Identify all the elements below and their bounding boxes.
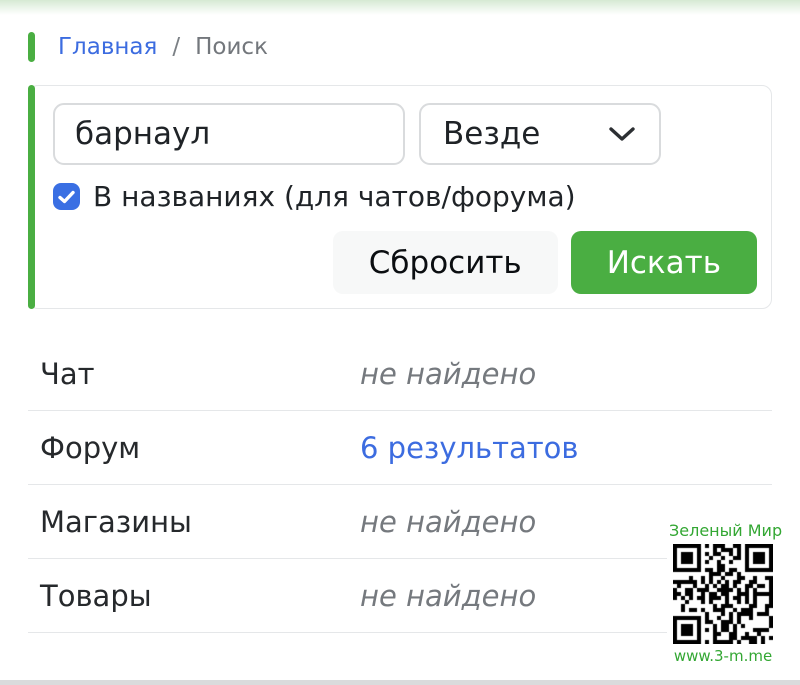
result-row-value: не найдено — [360, 579, 536, 613]
breadcrumb-home-link[interactable]: Главная — [58, 34, 157, 60]
results-list: Чат не найдено Форум 6 результатов Магаз… — [28, 337, 772, 633]
search-query-input[interactable] — [53, 103, 405, 165]
search-form-card: Везде В названиях (для чатов/форума) Сбр… — [28, 85, 772, 309]
result-row-label: Товары — [40, 579, 360, 613]
result-row-forum: Форум 6 результатов — [28, 411, 772, 485]
titles-only-checkbox-row[interactable]: В названиях (для чатов/форума) — [53, 180, 757, 213]
forum-results-link[interactable]: 6 результатов — [360, 431, 579, 465]
top-accent-gradient — [0, 0, 800, 15]
reset-button[interactable]: Сбросить — [333, 231, 558, 294]
breadcrumb-accent-bar — [28, 32, 35, 62]
result-row-label: Магазины — [40, 505, 360, 539]
form-buttons-row: Сбросить Искать — [53, 231, 757, 294]
chevron-down-icon — [609, 126, 635, 142]
search-scope-selected-value: Везде — [443, 116, 540, 152]
breadcrumb-separator: / — [172, 34, 180, 60]
checkmark-icon — [58, 190, 75, 204]
titles-only-checkbox[interactable] — [53, 183, 80, 210]
breadcrumb: Главная / Поиск — [28, 32, 800, 62]
bottom-edge — [0, 680, 800, 685]
result-row-chat: Чат не найдено — [28, 337, 772, 411]
titles-only-checkbox-label: В названиях (для чатов/форума) — [93, 180, 576, 213]
result-row-label: Чат — [40, 357, 360, 391]
result-row-value: не найдено — [360, 357, 536, 391]
search-button[interactable]: Искать — [571, 231, 757, 294]
search-scope-select[interactable]: Везде — [419, 103, 661, 165]
watermark-url: www.3-m.me — [669, 647, 777, 665]
result-row-goods: Товары не найдено — [28, 559, 772, 633]
search-page: Главная / Поиск Везде В названиях (для ч… — [0, 0, 800, 685]
watermark: Зеленый Мир www.3-m.me — [667, 521, 779, 667]
qr-code — [673, 544, 773, 644]
watermark-title: Зеленый Мир — [669, 521, 777, 540]
result-row-value: не найдено — [360, 505, 536, 539]
search-inputs-row: Везде — [53, 103, 757, 165]
result-row-label: Форум — [40, 431, 360, 465]
result-row-shops: Магазины не найдено — [28, 485, 772, 559]
breadcrumb-current: Поиск — [195, 34, 268, 60]
